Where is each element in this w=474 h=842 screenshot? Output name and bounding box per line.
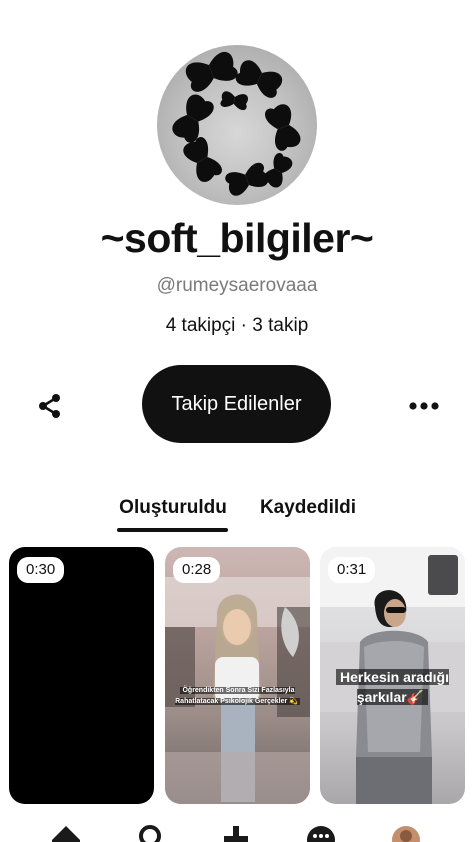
profile-page: ~soft_bilgiler~ @rumeysaerovaaa 4 takipç… bbox=[0, 0, 474, 842]
share-icon bbox=[39, 394, 60, 418]
username: @rumeysaerovaaa bbox=[156, 275, 318, 296]
pin-caption: Öğrendikten Sonra Sizi Fazlasıyla Rahatl… bbox=[171, 685, 304, 707]
following-button[interactable]: Takip Edilenler bbox=[142, 365, 331, 443]
share-button[interactable] bbox=[30, 388, 70, 424]
more-options-button[interactable] bbox=[404, 388, 444, 424]
profile-avatar-icon[interactable] bbox=[388, 822, 424, 842]
pin-card[interactable]: 0:31 Herkesin aradığı şarkılar🎸 bbox=[320, 547, 465, 804]
search-icon[interactable] bbox=[132, 822, 168, 842]
messages-icon[interactable] bbox=[303, 822, 339, 842]
follower-stats[interactable]: 4 takipçi · 3 takip bbox=[0, 315, 474, 337]
pin-caption-text: Öğrendikten Sonra Sizi Fazlasıyla Rahatl… bbox=[175, 687, 300, 705]
video-duration-badge: 0:31 bbox=[328, 557, 376, 583]
pin-card[interactable]: 0:28 Öğrendikten Sonra Sizi Fazlasıyla R… bbox=[165, 547, 310, 804]
pin-caption: Herkesin aradığı şarkılar🎸 bbox=[322, 667, 463, 707]
butterfly-avatar-icon bbox=[172, 52, 301, 196]
pin-thumbnail-image bbox=[165, 577, 310, 804]
video-duration-badge: 0:30 bbox=[17, 557, 65, 583]
tab-saved[interactable]: Kaydedildi bbox=[258, 497, 358, 519]
video-duration-badge: 0:28 bbox=[173, 557, 221, 583]
active-tab-indicator bbox=[117, 528, 228, 532]
pin-caption-text: Herkesin aradığı şarkılar🎸 bbox=[336, 669, 449, 705]
more-icon bbox=[409, 402, 439, 410]
display-name: ~soft_bilgiler~ bbox=[100, 215, 374, 261]
profile-avatar[interactable] bbox=[157, 45, 317, 205]
tab-created[interactable]: Oluşturuldu bbox=[117, 497, 229, 519]
bottom-navigation bbox=[0, 818, 474, 842]
add-icon[interactable] bbox=[218, 822, 254, 842]
home-icon[interactable] bbox=[48, 822, 84, 842]
pin-card[interactable]: 0:30 bbox=[9, 547, 154, 804]
